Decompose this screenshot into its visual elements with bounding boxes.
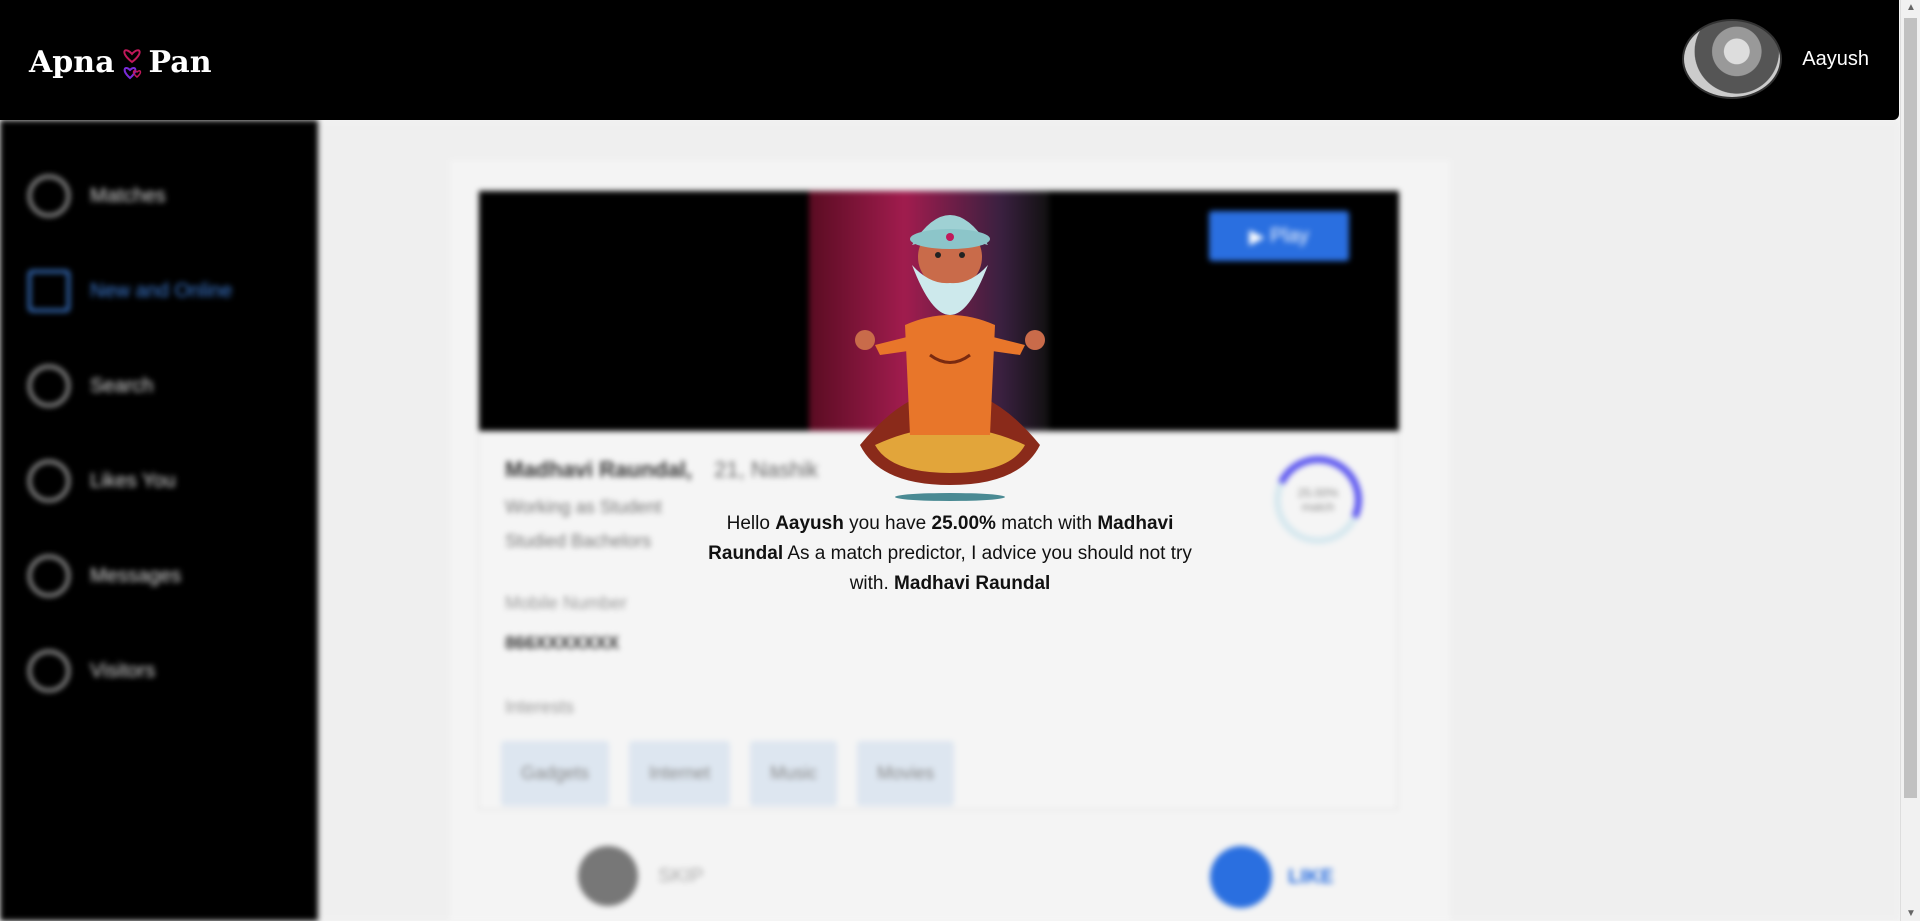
sidebar-item-matches[interactable]: Matches [28,175,166,217]
match-donut-label: 25.00% match [1297,486,1339,514]
profile-work: Working as Student [505,497,662,517]
profile-name: Madhavi Raundal, [505,457,693,482]
mobile-label: Mobile Number [505,593,628,613]
play-button[interactable]: ▶ Play [1209,211,1349,261]
match-donut-chart: 25.00% match [1261,443,1375,557]
skip-button[interactable]: SKIP [578,846,704,906]
close-icon [578,846,638,906]
top-header: Apna Pan Aayush [0,0,1899,120]
play-icon: ▶ [1249,225,1271,248]
scroll-up-icon[interactable]: ▲ [1906,2,1916,13]
page-scrollbar[interactable]: ▲ ▼ [1900,0,1920,921]
sidebar-item-visitors[interactable]: Visitors [28,650,155,692]
sidebar-item-label: Likes You [90,469,176,492]
skip-label: SKIP [658,864,704,887]
interests-list: Gadgets Internet Music Movies [501,741,955,806]
interest-tag: Music [750,741,838,806]
user-name: Aayush [1802,47,1869,70]
search-icon [28,365,70,407]
sidebar-item-label: Search [90,374,154,397]
sidebar-item-search[interactable]: Search [28,365,153,407]
app-logo[interactable]: Apna Pan [29,40,212,84]
play-label: Play [1270,224,1309,247]
sidebar-item-label: Matches [90,184,166,207]
interest-tag: Movies [857,741,955,806]
avatar[interactable] [1682,19,1783,99]
interest-tag: Gadgets [501,741,610,806]
heart-icon [28,460,70,502]
sidebar-item-label: Messages [90,564,182,587]
mobile-value: 866XXXXXXX [505,633,620,653]
chat-icon [28,555,70,597]
check-icon [1210,846,1272,908]
scroll-down-icon[interactable]: ▼ [1906,908,1916,919]
sidebar-item-messages[interactable]: Messages [28,555,181,597]
app-root: Matches New and Online Search Likes You … [0,0,1920,921]
sidebar-item-new-and-online[interactable]: New and Online [28,270,232,312]
like-label: LIKE [1288,865,1334,888]
sidebar-item-label: New and Online [90,279,233,302]
scrollbar-thumb[interactable] [1904,18,1917,798]
match-predictor-popup: Hello Aayush you have 25.00% match with … [680,195,1220,599]
logo-text-right: Pan [148,44,212,80]
profile-education: Studied Bachelors [505,531,652,551]
interest-tag: Internet [629,741,731,806]
new-online-icon [28,270,70,312]
interests-label: Interests [505,697,575,717]
visitors-icon [28,650,70,692]
sidebar: Matches New and Online Search Likes You … [0,120,318,921]
user-menu[interactable]: Aayush [1682,19,1869,99]
matches-icon [28,175,70,217]
match-predictor-message: Hello Aayush you have 25.00% match with … [708,513,1192,594]
sidebar-item-label: Visitors [90,659,156,682]
sidebar-item-likes-you[interactable]: Likes You [28,460,176,502]
hearts-logo-icon [122,49,141,80]
logo-text-left: Apna [29,44,115,80]
sage-illustration [855,215,1045,501]
like-button[interactable]: LIKE [1210,846,1334,908]
